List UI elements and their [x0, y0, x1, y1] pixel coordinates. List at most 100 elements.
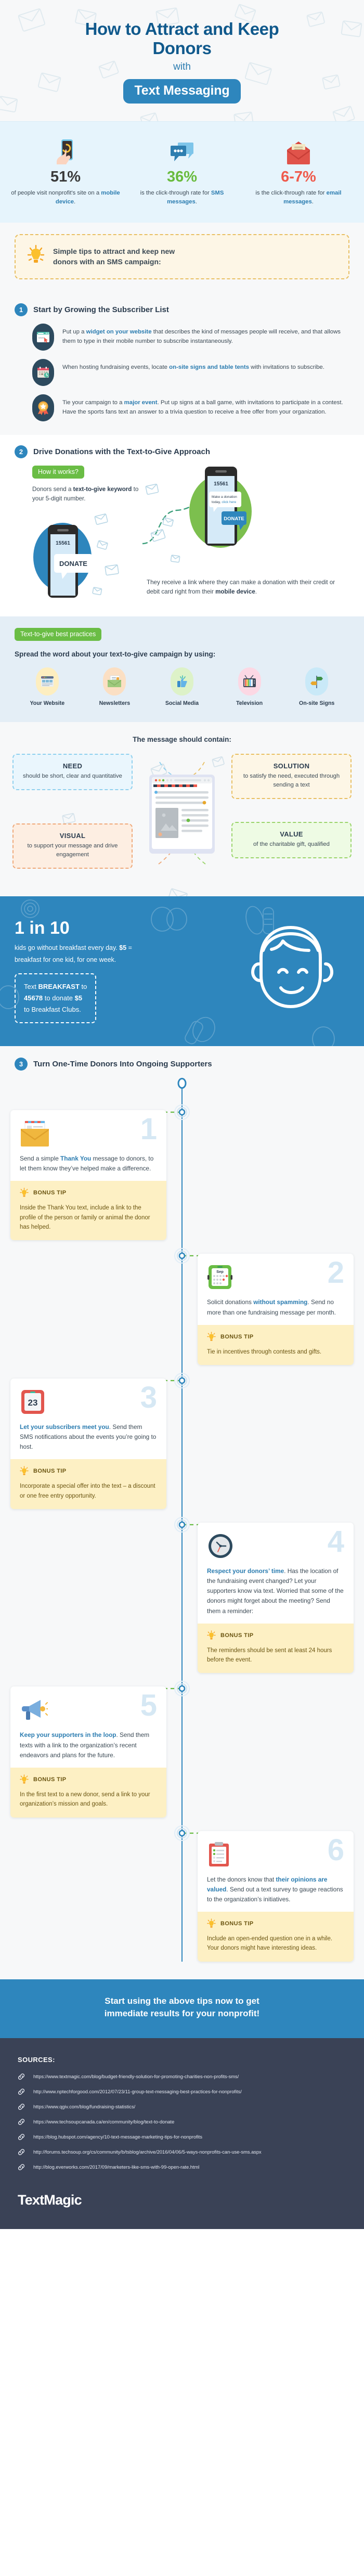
- bonus-tip-label: BONUS TIP: [33, 1776, 67, 1783]
- timeline-row: 2 Sep Solicit donations without spamming…: [10, 1248, 354, 1365]
- source-item[interactable]: https://www.techsoupcanada.ca/en/communi…: [18, 2118, 346, 2126]
- channel-label: Social Media: [165, 700, 199, 706]
- text-to-give-diagram: How it works? Donors send a text-to-give…: [15, 465, 349, 603]
- link-icon: [18, 2164, 25, 2170]
- stat-item: 36% is the click-through rate for SMS me…: [124, 136, 240, 207]
- lightbulb-icon: [20, 1188, 29, 1197]
- channel-item: Social Media: [149, 667, 215, 706]
- message-box-desc: should be short, clear and quantitative: [23, 773, 122, 779]
- step-text: Let your subscribers meet you. Send them…: [20, 1423, 157, 1451]
- source-item[interactable]: http://www.nptechforgood.com/2012/07/23/…: [18, 2088, 346, 2095]
- section-ongoing-supporters: 3 Turn One-Time Donors Into Ongoing Supp…: [0, 1046, 364, 1979]
- source-item[interactable]: http://forums.techsoup.org/cs/community/…: [18, 2148, 346, 2156]
- stat-value: 51%: [50, 168, 81, 185]
- bonus-tip-label: BONUS TIP: [220, 1333, 254, 1340]
- timeline-start-node: [177, 1078, 187, 1089]
- channel-item: Newsletters: [82, 667, 148, 706]
- message-box-desc: to satisfy the need, executed through se…: [243, 773, 340, 788]
- message-box-title: SOLUTION: [273, 762, 310, 770]
- message-box-desc: to support your message and drive engage…: [27, 842, 118, 858]
- channel-label: Television: [236, 700, 263, 706]
- source-url: https://www.textmagic.com/blog/budget-fr…: [33, 2073, 239, 2079]
- bonus-tip-label: BONUS TIP: [33, 1468, 67, 1475]
- step-text: Solicit donations without spamming. Send…: [207, 1298, 336, 1316]
- hand-phone-icon: [10, 136, 121, 165]
- channel-item: On-site Signs: [284, 667, 349, 706]
- bonus-tip: BONUS TIP Tie in incentives through cont…: [198, 1324, 354, 1365]
- cta-line1: Start using the above tips now to get: [105, 1995, 259, 2006]
- step-text: Send a simple Thank You message to donor…: [20, 1155, 154, 1173]
- text-to-give-left: How it works? Donors send a text-to-give…: [32, 465, 141, 603]
- text-to-give-desc: Donors send a text-to-give keyword to yo…: [32, 485, 139, 503]
- source-url: https://blog.hubspot.com/agency/10-text-…: [33, 2134, 203, 2140]
- source-url: http://www.nptechforgood.com/2012/07/23/…: [33, 2089, 242, 2094]
- cta-line2: immediate results for your nonprofit!: [104, 2008, 260, 2019]
- source-item[interactable]: http://blog.everworks.com/2017/09/market…: [18, 2163, 346, 2171]
- step-card-body: 3 23 Let your subscribers meet you. Send…: [10, 1379, 166, 1459]
- step-text: Let the donors know that their opinions …: [207, 1875, 343, 1903]
- bonus-tip-head: BONUS TIP: [20, 1774, 157, 1785]
- source-item[interactable]: https://blog.hubspot.com/agency/10-text-…: [18, 2133, 346, 2141]
- section1-bullets: www Put up a widget on your website that…: [15, 323, 349, 421]
- link-icon: [18, 2073, 25, 2080]
- megaphone-icon: [20, 1695, 157, 1725]
- section1-title: Start by Growing the Subscriber List: [33, 305, 169, 314]
- signpost-icon: [305, 667, 329, 695]
- stats-row: 51% of people visit nonprofit's site on …: [0, 121, 364, 223]
- section2-number: 2: [15, 445, 28, 458]
- bonus-tip-head: BONUS TIP: [207, 1331, 344, 1342]
- source-url: https://www.techsoupcanada.ca/en/communi…: [33, 2119, 175, 2124]
- message-col-right: SOLUTION to satisfy the need, executed t…: [231, 754, 352, 858]
- link-icon: [18, 2119, 25, 2125]
- step-card: 2 Sep Solicit donations without spamming…: [198, 1254, 354, 1365]
- step-text: Respect your donors’ time. Has the locat…: [207, 1567, 344, 1615]
- bonus-tip-head: BONUS TIP: [20, 1466, 157, 1476]
- bonus-tip-text: Include an open-ended question one in a …: [207, 1935, 333, 1952]
- bonus-tip: BONUS TIP Inside the Thank You text, inc…: [10, 1181, 166, 1241]
- breakfast-banner: 1 in 10 kids go without breakfast every …: [0, 896, 364, 1046]
- breakfast-sub: kids go without breakfast every day. $5 …: [15, 944, 132, 963]
- lightbulb-icon: [27, 244, 45, 269]
- timeline-row: 6 Let the donors know that their opinion…: [10, 1825, 354, 1962]
- bonus-tip: BONUS TIP Include an open-ended question…: [198, 1911, 354, 1962]
- stat-item: 51% of people visit nonprofit's site on …: [7, 136, 124, 207]
- calendar-clock-icon: [32, 358, 54, 386]
- channels-row: Your Website Newsletters Social Media Te…: [15, 667, 349, 706]
- message-col-left: NEED should be short, clear and quantita…: [12, 754, 133, 869]
- channel-item: Your Website: [15, 667, 80, 706]
- bonus-tip-head: BONUS TIP: [207, 1918, 344, 1929]
- bonus-tip-text: Inside the Thank You text, include a lin…: [20, 1205, 150, 1230]
- svg-text:23: 23: [28, 1398, 38, 1408]
- message-box-title: VISUAL: [59, 831, 86, 840]
- step-number: 5: [140, 1689, 157, 1723]
- bonus-tip-text: Tie in incentives through contests and g…: [207, 1348, 322, 1355]
- page-title-line1: How to Attract and Keep: [85, 19, 279, 38]
- step-card-body: 6 Let the donors know that their opinion…: [198, 1831, 354, 1912]
- chat-bubbles-icon: [127, 136, 237, 165]
- bonus-tip-head: BONUS TIP: [20, 1188, 157, 1198]
- thumbs-up-icon: [170, 667, 193, 695]
- textmagic-logo[interactable]: TextMagic: [18, 2192, 82, 2208]
- stat-value: 36%: [166, 168, 198, 185]
- step-card: 5 Keep your supporters in the loop. Send…: [10, 1686, 166, 1818]
- bonus-tip-text: In the first text to a new donor, send a…: [20, 1791, 150, 1808]
- section3-head: 3 Turn One-Time Donors Into Ongoing Supp…: [10, 1049, 354, 1078]
- with-label: with: [173, 61, 191, 72]
- tips-callout-text: Simple tips to attract and keep new dono…: [53, 247, 175, 266]
- lightbulb-icon: [20, 1466, 29, 1475]
- child-face-icon: [240, 914, 349, 1028]
- source-item[interactable]: https://www.textmagic.com/blog/budget-fr…: [18, 2073, 346, 2080]
- step-card: 1 Send a simple Thank You message to don…: [10, 1110, 166, 1241]
- step-card: 3 23 Let your subscribers meet you. Send…: [10, 1379, 166, 1510]
- timeline-row: 1 Send a simple Thank You message to don…: [10, 1104, 354, 1241]
- award-ribbon-icon: [32, 394, 54, 421]
- bonus-tip: BONUS TIP In the first text to a new don…: [10, 1767, 166, 1818]
- bonus-tip-label: BONUS TIP: [220, 1632, 254, 1639]
- source-item[interactable]: https://www.qgiv.com/blog/fundraising-st…: [18, 2103, 346, 2110]
- svg-text:Make a donation: Make a donation: [212, 495, 237, 499]
- television-icon: [238, 667, 261, 695]
- text-messaging-badge: Text Messaging: [123, 79, 241, 104]
- breakfast-copy: 1 in 10 kids go without breakfast every …: [15, 919, 235, 1024]
- link-icon: [18, 2104, 25, 2110]
- stat-caption: is the click-through rate for SMS messag…: [140, 189, 224, 205]
